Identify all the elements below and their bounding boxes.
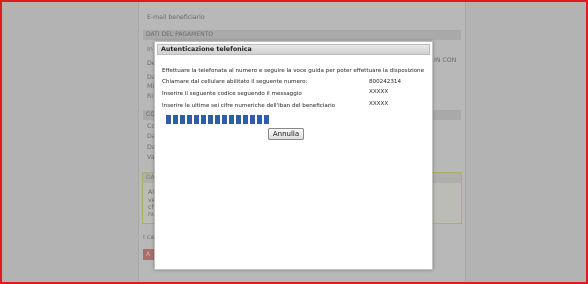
progress-segment (187, 115, 192, 124)
code-value: XXXXX (369, 89, 389, 95)
progress-segment (201, 115, 206, 124)
iban-digits-value: XXXXX (369, 101, 389, 107)
progress-segment (194, 115, 199, 124)
progress-segment (243, 115, 248, 124)
dialog-titlebar[interactable]: Autenticazione telefonica (157, 44, 430, 55)
progress-segment (215, 115, 220, 124)
progress-segment (222, 115, 227, 124)
phone-auth-dialog: Autenticazione telefonica Effettuare la … (154, 41, 433, 270)
dialog-instruction: Effettuare la telefonata al numero e seg… (162, 68, 425, 74)
cancel-button[interactable]: Annulla (268, 128, 304, 140)
code-label: Inserire il seguente codice seguendo il … (162, 91, 302, 97)
progress-segment (173, 115, 178, 124)
progress-segment (264, 115, 269, 124)
progress-segment (250, 115, 255, 124)
phone-number-value: 800242314 (369, 79, 402, 85)
iban-digits-label: Inserire le ultime sei cifre numeriche d… (162, 103, 336, 109)
progress-segment (229, 115, 234, 124)
progress-segment (236, 115, 241, 124)
dialog-title: Autenticazione telefonica (161, 46, 252, 53)
progress-segment (208, 115, 213, 124)
screenshot-frame: E-mail beneficiario DATI DEL PAGAMENTO I… (0, 0, 588, 284)
progress-indicator (166, 115, 269, 124)
phone-number-label: Chiamare dal cellulare abilitato il segu… (162, 79, 308, 85)
progress-segment (166, 115, 171, 124)
progress-segment (180, 115, 185, 124)
progress-segment (257, 115, 262, 124)
